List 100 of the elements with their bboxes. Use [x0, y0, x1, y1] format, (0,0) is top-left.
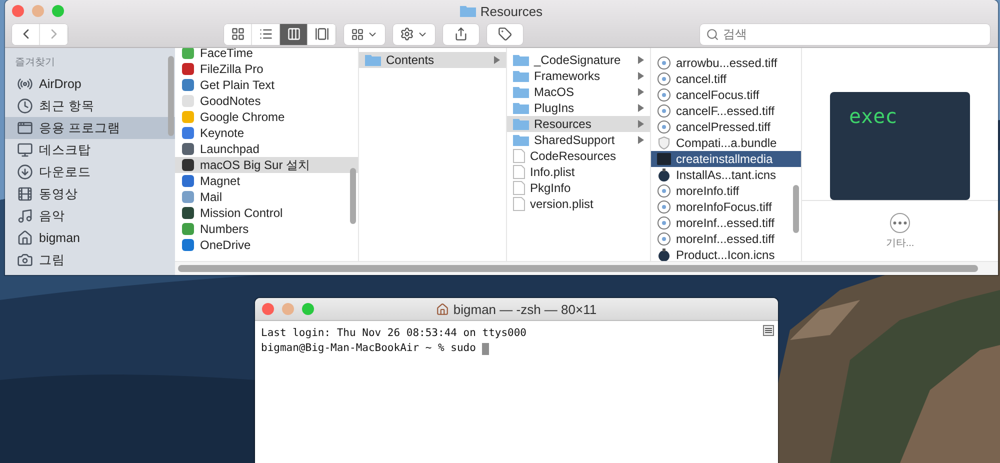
sidebar-item[interactable]: 최근 항목 [5, 95, 175, 117]
more-button[interactable]: 기타... [886, 213, 914, 250]
app-icon [181, 238, 195, 252]
tag-icon [498, 27, 512, 41]
scrollbar-thumb[interactable] [168, 56, 174, 136]
file-row[interactable]: InstallAs...tant.icns [651, 167, 801, 183]
file-row[interactable]: moreInf...essed.tiff [651, 215, 801, 231]
file-row[interactable]: MacOS [507, 84, 650, 100]
file-row[interactable]: PlugIns [507, 100, 650, 116]
back-button[interactable] [12, 24, 40, 44]
scrollbar-thumb[interactable] [793, 185, 799, 233]
action-button[interactable] [393, 24, 435, 44]
file-row[interactable]: Numbers [175, 221, 358, 237]
file-row[interactable]: moreInfoFocus.tiff [651, 199, 801, 215]
app-icon [181, 158, 195, 172]
file-row[interactable]: CodeResources [507, 148, 650, 164]
file-row[interactable]: Contents [359, 52, 506, 68]
close-button[interactable] [262, 303, 274, 315]
sidebar-item[interactable]: bigman [5, 227, 175, 249]
window-title: Resources [480, 4, 543, 18]
columns-icon [286, 27, 300, 41]
folder-icon [513, 54, 529, 66]
file-row[interactable]: GoodNotes [175, 93, 358, 109]
file-row[interactable]: cancelFocus.tiff [651, 87, 801, 103]
sidebar-item[interactable]: 데스크탑 [5, 139, 175, 161]
file-row[interactable]: Get Plain Text [175, 77, 358, 93]
file-row[interactable]: cancelF...essed.tiff [651, 103, 801, 119]
file-row[interactable]: FileZilla Pro [175, 61, 358, 77]
app-icon [181, 48, 195, 60]
circle-image-icon [657, 72, 671, 86]
camera-icon [17, 252, 33, 268]
app-icon [181, 142, 195, 156]
columns-view-button[interactable] [280, 24, 308, 44]
ellipsis-icon [890, 213, 910, 233]
horizontal-scrollbar-thumb[interactable] [178, 265, 978, 272]
scrollbar-thumb[interactable] [350, 168, 356, 224]
file-row[interactable]: moreInf...essed.tiff [651, 231, 801, 247]
file-row[interactable]: Frameworks [507, 68, 650, 84]
radio-icon [17, 76, 33, 92]
file-row[interactable]: FaceTime [175, 48, 358, 61]
app-window-icon [17, 120, 33, 136]
document-icon [513, 165, 525, 179]
grid-view-button[interactable] [224, 24, 252, 44]
terminal-icon [657, 153, 671, 165]
search-icon [706, 28, 719, 40]
file-row[interactable]: macOS Big Sur 설치 [175, 157, 358, 173]
file-row[interactable]: Keynote [175, 125, 358, 141]
file-row[interactable]: arrowbu...essed.tiff [651, 55, 801, 71]
sidebar-item[interactable]: AirDrop [5, 73, 175, 95]
group-button[interactable] [344, 24, 385, 44]
gear-icon [400, 27, 414, 41]
share-button[interactable] [443, 24, 479, 44]
file-row[interactable]: version.plist [507, 196, 650, 212]
monitor-icon [17, 142, 33, 158]
search-field[interactable]: 검색 [700, 24, 990, 44]
sidebar-item[interactable]: 음악 [5, 205, 175, 227]
file-row[interactable]: Magnet [175, 173, 358, 189]
zoom-button[interactable] [52, 5, 64, 17]
document-icon [513, 181, 525, 195]
circle-image-icon [657, 104, 671, 118]
circle-image-icon [657, 216, 671, 230]
app-icon [181, 62, 195, 76]
file-row[interactable]: Google Chrome [175, 109, 358, 125]
sidebar-item[interactable]: 응용 프로그램 [5, 117, 175, 139]
sidebar-item[interactable]: 동영상 [5, 183, 175, 205]
film-icon [17, 186, 33, 202]
file-row[interactable]: Compati...a.bundle [651, 135, 801, 151]
file-row[interactable]: createinstallmedia [651, 151, 801, 167]
file-row[interactable]: cancel.tiff [651, 71, 801, 87]
file-row[interactable]: SharedSupport [507, 132, 650, 148]
file-row[interactable]: _CodeSignature [507, 52, 650, 68]
file-row[interactable]: Launchpad [175, 141, 358, 157]
clock-icon [17, 98, 33, 114]
executable-thumbnail: exec [830, 92, 970, 200]
circle-image-icon [657, 184, 671, 198]
file-row[interactable]: Mission Control [175, 205, 358, 221]
file-row[interactable]: PkgInfo [507, 180, 650, 196]
tag-button[interactable] [487, 24, 523, 44]
minimize-button[interactable] [282, 303, 294, 315]
file-row[interactable]: Product...Icon.icns [651, 247, 801, 261]
file-row[interactable]: Mail [175, 189, 358, 205]
app-icon [181, 110, 195, 124]
close-button[interactable] [12, 5, 24, 17]
file-row[interactable]: OneDrive [175, 237, 358, 253]
music-icon [17, 208, 33, 224]
zoom-button[interactable] [302, 303, 314, 315]
file-row[interactable]: cancelPressed.tiff [651, 119, 801, 135]
folder-icon [460, 5, 476, 17]
app-icon [181, 190, 195, 204]
circle-image-icon [657, 200, 671, 214]
folder-icon [365, 54, 381, 66]
grid-icon [351, 28, 364, 40]
sidebar-item[interactable]: 다운로드 [5, 161, 175, 183]
file-row[interactable]: Info.plist [507, 164, 650, 180]
folder-icon [513, 102, 529, 114]
disclosure-triangle-icon [494, 56, 500, 64]
file-row[interactable]: Resources [507, 116, 650, 132]
minimize-button[interactable] [32, 5, 44, 17]
file-row[interactable]: moreInfo.tiff [651, 183, 801, 199]
sidebar-item[interactable]: 그림 [5, 249, 175, 271]
